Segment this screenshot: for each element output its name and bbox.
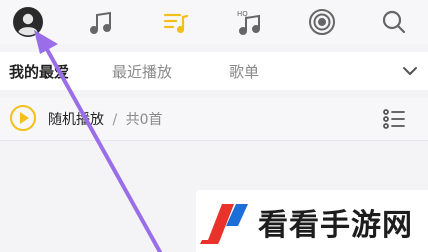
avatar-icon[interactable] xyxy=(12,6,44,38)
list-menu-icon[interactable] xyxy=(382,108,406,134)
svg-text:HQ: HQ xyxy=(237,10,248,18)
hq-music-icon[interactable]: HQ xyxy=(234,6,266,38)
separator: / xyxy=(112,112,118,128)
music-list-icon[interactable] xyxy=(160,6,192,38)
tab-playlist[interactable]: 歌单 xyxy=(229,61,259,82)
top-navigation-bar: HQ xyxy=(0,0,428,44)
watermark-text: 看看手游网 xyxy=(258,208,413,243)
music-note-icon[interactable] xyxy=(86,6,118,38)
song-count: 共0首 xyxy=(125,112,163,128)
play-icon[interactable] xyxy=(10,105,36,131)
chevron-down-icon[interactable] xyxy=(400,62,420,84)
tab-recent[interactable]: 最近播放 xyxy=(112,61,172,82)
watermark-logo-icon xyxy=(200,204,248,244)
search-icon[interactable] xyxy=(378,6,410,38)
watermark-banner: 看看手游网 xyxy=(196,190,428,252)
shuffle-play-row[interactable]: 随机播放 / 共0首 xyxy=(0,98,428,141)
shuffle-play-label: 随机播放 xyxy=(48,112,104,128)
tab-favorites[interactable]: 我的最爱 xyxy=(9,61,69,82)
radio-icon[interactable] xyxy=(306,6,338,38)
tab-bar: 我的最爱 最近播放 歌单 xyxy=(0,52,428,90)
